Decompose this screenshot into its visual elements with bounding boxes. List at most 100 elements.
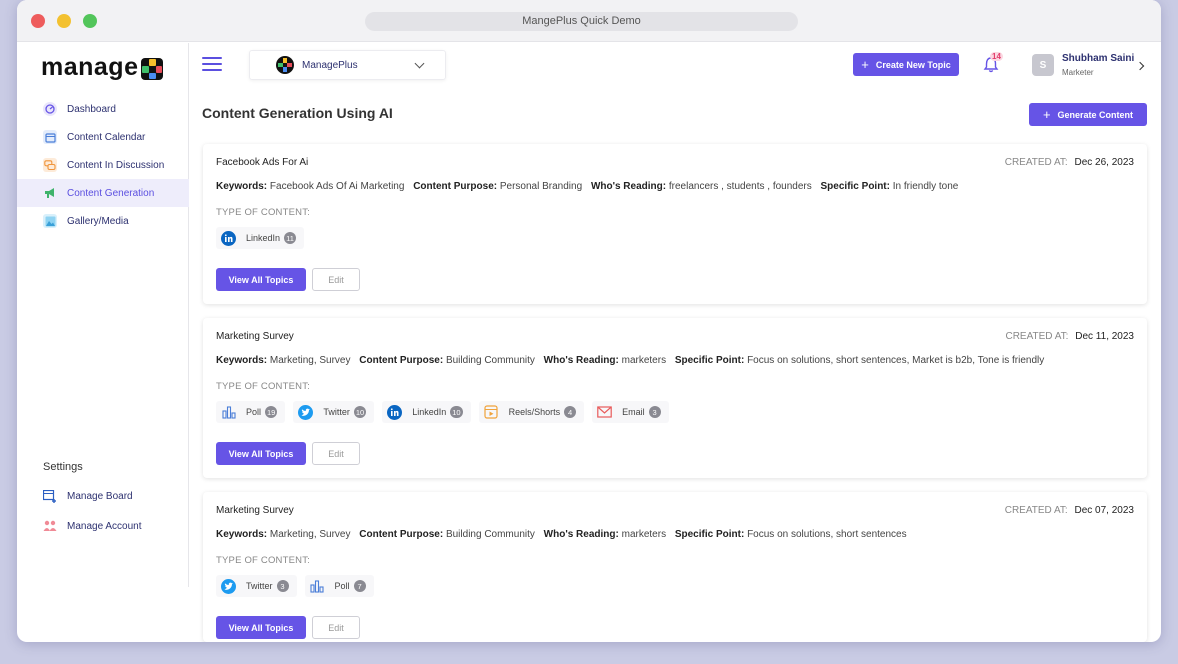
purpose-value: Building Community — [445, 355, 535, 366]
chip-label: Email — [622, 407, 645, 417]
card-meta: Keywords: Marketing, Survey Content Purp… — [216, 529, 907, 540]
type-of-content-label: TYPE OF CONTENT: — [216, 381, 310, 392]
close-window-button[interactable] — [31, 14, 45, 28]
chip-count-badge: 3 — [648, 406, 661, 418]
chevron-right-icon[interactable] — [1135, 61, 1145, 71]
view-all-topics-button[interactable]: View All Topics — [216, 268, 306, 291]
card-title: Marketing Survey — [216, 331, 294, 342]
sidebar-item-manage-board[interactable]: Manage Board — [17, 481, 189, 511]
app-window: MangePlus Quick Demo manage Dashboard Co… — [17, 0, 1161, 642]
menu-toggle-icon[interactable] — [202, 57, 222, 73]
logo[interactable]: manage — [41, 52, 164, 82]
chip-label: Twitter — [323, 407, 350, 417]
sidebar-item-label: Content Generation — [67, 187, 155, 199]
created-at-date: Dec 11, 2023 — [1075, 331, 1134, 342]
board-name: ManagePlus — [302, 59, 358, 71]
sidebar-item-label: Manage Account — [67, 520, 142, 532]
title-bar: MangePlus Quick Demo — [17, 0, 1161, 42]
content-type-chip[interactable]: Twitter 10 — [293, 401, 375, 423]
maximize-window-button[interactable] — [83, 14, 97, 28]
view-all-topics-button[interactable]: View All Topics — [216, 442, 306, 465]
content-type-chip[interactable]: Email 3 — [592, 401, 669, 423]
user-name: Shubham Saini — [1062, 53, 1135, 64]
content-type-chip[interactable]: LinkedIn 10 — [382, 401, 471, 423]
plus-icon: + — [1042, 107, 1051, 122]
card-created-at: CREATED AT: Dec 11, 2023 — [1005, 331, 1134, 342]
avatar[interactable]: S — [1032, 54, 1054, 76]
twitter-icon — [298, 404, 314, 420]
chip-count-badge: 10 — [353, 406, 367, 418]
content-type-chip[interactable]: Twitter 3 — [216, 575, 297, 597]
content-card: Marketing Survey CREATED AT: Dec 11, 202… — [203, 318, 1147, 478]
chip-count-badge: 11 — [284, 232, 297, 244]
dashboard-icon — [43, 102, 57, 116]
created-at-date: Dec 07, 2023 — [1074, 505, 1135, 516]
reading-value: marketers — [621, 355, 667, 366]
sidebar-item-manage-account[interactable]: Manage Account — [17, 511, 189, 541]
chip-label: Poll — [334, 581, 350, 591]
card-created-at: CREATED AT: Dec 26, 2023 — [1005, 157, 1134, 168]
card-actions: View All Topics Edit — [216, 268, 360, 291]
megaphone-icon — [43, 186, 57, 200]
chip-count-badge: 7 — [353, 580, 366, 592]
specific-value: Focus on solutions, short sentences — [747, 529, 907, 540]
type-of-content-label: TYPE OF CONTENT: — [216, 207, 310, 218]
sidebar: manage Dashboard Content Calendar Conten… — [17, 43, 189, 587]
keywords-value: Marketing, Survey — [269, 529, 351, 540]
specific-value: Focus on solutions, short sentences, Mar… — [747, 355, 1045, 366]
linkedin-icon — [221, 230, 236, 246]
generate-content-button[interactable]: + Generate Content — [1029, 103, 1147, 126]
content-card: Facebook Ads For Ai CREATED AT: Dec 26, … — [203, 144, 1147, 304]
poll-icon — [310, 579, 325, 594]
sidebar-nav: Dashboard Content Calendar Content In Di… — [17, 95, 189, 235]
logo-mark-icon — [141, 57, 164, 80]
sidebar-item-content-in-discussion[interactable]: Content In Discussion — [17, 151, 189, 179]
sidebar-item-label: Content Calendar — [67, 131, 146, 143]
card-meta: Keywords: Facebook Ads Of Ai Marketing C… — [216, 181, 958, 192]
content-type-chip[interactable]: Poll 7 — [304, 575, 374, 597]
sidebar-item-label: Gallery/Media — [67, 215, 129, 227]
content-card: Marketing Survey CREATED AT: Dec 07, 202… — [203, 492, 1147, 642]
twitter-icon — [221, 578, 236, 594]
card-meta: Keywords: Marketing, Survey Content Purp… — [216, 355, 1044, 366]
sidebar-item-content-calendar[interactable]: Content Calendar — [17, 123, 189, 151]
content-type-chip[interactable]: Poll 19 — [216, 401, 286, 423]
user-role: Marketer — [1062, 68, 1094, 77]
content-type-chip[interactable]: LinkedIn 11 — [216, 227, 305, 249]
card-title: Facebook Ads For Ai — [216, 157, 309, 168]
minimize-window-button[interactable] — [57, 14, 71, 28]
edit-button[interactable]: Edit — [312, 442, 360, 465]
purpose-label: Content Purpose: — [413, 181, 498, 192]
discussion-icon — [43, 158, 57, 172]
email-icon — [597, 405, 612, 420]
created-at-label: CREATED AT: — [1005, 331, 1069, 342]
sidebar-item-dashboard[interactable]: Dashboard — [17, 95, 189, 123]
content-type-chip[interactable]: Reels/Shorts 4 — [478, 401, 585, 423]
keywords-value: Marketing, Survey — [269, 355, 351, 366]
edit-button[interactable]: Edit — [312, 616, 360, 639]
reading-value: marketers — [621, 529, 667, 540]
notification-badge: 14 — [990, 52, 1003, 61]
purpose-label: Content Purpose: — [359, 529, 444, 540]
type-of-content-label: TYPE OF CONTENT: — [216, 555, 310, 566]
view-all-topics-button[interactable]: View All Topics — [216, 616, 306, 639]
create-new-topic-button[interactable]: + Create New Topic — [853, 53, 959, 76]
purpose-value: Personal Branding — [499, 181, 583, 192]
chevron-down-icon — [414, 58, 425, 69]
board-selector[interactable]: ManagePlus — [249, 50, 446, 80]
specific-label: Specific Point: — [674, 355, 745, 366]
sidebar-item-gallery-media[interactable]: Gallery/Media — [17, 207, 189, 235]
keywords-label: Keywords: — [216, 181, 268, 192]
purpose-label: Content Purpose: — [359, 355, 444, 366]
reading-label: Who's Reading: — [543, 529, 619, 540]
linkedin-icon — [387, 404, 403, 420]
edit-button[interactable]: Edit — [312, 268, 360, 291]
created-at-label: CREATED AT: — [1004, 157, 1068, 168]
reading-label: Who's Reading: — [543, 355, 619, 366]
sidebar-item-label: Manage Board — [67, 490, 133, 502]
sidebar-item-label: Dashboard — [67, 103, 116, 115]
calendar-icon — [43, 130, 57, 144]
sidebar-item-content-generation[interactable]: Content Generation — [17, 179, 189, 207]
chip-label: Twitter — [246, 581, 273, 591]
chip-label: LinkedIn — [412, 407, 447, 417]
